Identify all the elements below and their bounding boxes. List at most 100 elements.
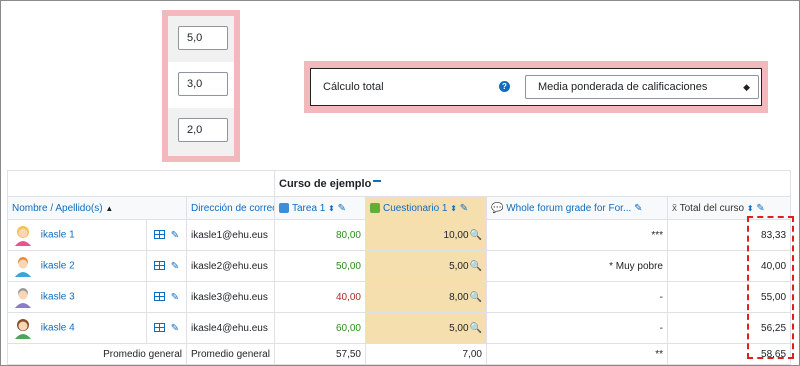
category-row: Curso de ejemplo [7,170,792,197]
total-grade[interactable]: 55,00 [666,281,792,313]
student-name[interactable]: ikasle 1 [41,230,75,241]
student-cell[interactable]: ikasle 1 [7,219,147,251]
average-label: Promedio general [7,343,187,365]
average-task: 57,50 [274,343,366,365]
total-grade[interactable]: 56,25 [666,312,792,344]
task-grade[interactable]: 50,00 [274,250,366,282]
row-actions: ✎ [146,281,187,313]
email-cell: ikasle4@ehu.eus [186,312,275,344]
average-forum: ** [486,343,668,365]
email-cell: ikasle1@ehu.eus [186,219,275,251]
avatar-male-icon [15,288,31,308]
search-icon[interactable]: 🔍 [470,230,482,241]
email-header[interactable]: Dirección de correo [186,196,275,220]
search-icon[interactable]: 🔍 [470,292,482,303]
forum-grade[interactable]: - [486,281,668,313]
avatar-female-icon [15,226,31,246]
name-header[interactable]: Nombre / Apellido(s) ▲ [7,196,187,220]
weight-row: 3,0 [168,62,234,108]
total-header-label[interactable]: Total del curso [680,203,744,214]
average-row: Promedio general Promedio general 57,50 … [7,343,792,365]
task-grade[interactable]: 80,00 [274,219,366,251]
sort-up-icon[interactable]: ▲ [105,204,113,213]
quiz-grade[interactable]: 5,00🔍 [365,250,487,282]
search-icon[interactable]: 🔍 [470,261,482,272]
total-calculation-box: Cálculo total ? Media ponderada de calif… [310,68,762,106]
help-icon[interactable]: ? [499,81,510,92]
sort-icon[interactable]: ⬍ [747,204,754,213]
task-grade[interactable]: 40,00 [274,281,366,313]
header-row: Nombre / Apellido(s) ▲ Dirección de corr… [7,196,792,220]
edit-icon[interactable]: ✎ [338,203,346,214]
quiz-grade[interactable]: 10,00🔍 [365,219,487,251]
email-cell: ikasle3@ehu.eus [186,281,275,313]
row-actions: ✎ [146,250,187,282]
quiz-grade-value: 8,00 [449,291,469,303]
student-name[interactable]: ikasle 3 [41,292,75,303]
weight-input-1[interactable]: 5,0 [178,26,228,50]
category-spacer [7,170,275,197]
total-calculation-panel: Cálculo total ? Media ponderada de calif… [304,61,768,113]
sort-icon[interactable]: ⬍ [450,204,457,213]
grid-icon[interactable] [153,323,165,333]
task-grade[interactable]: 60,00 [274,312,366,344]
email-header-label[interactable]: Dirección de correo [191,203,274,214]
weight-input-3[interactable]: 2,0 [178,118,228,142]
avatar-male-icon [15,257,31,277]
row-actions: ✎ [146,219,187,251]
student-name[interactable]: ikasle 4 [41,323,75,334]
weight-input-2[interactable]: 3,0 [178,72,228,96]
aggregation-select-value: Media ponderada de calificaciones [538,81,708,93]
student-cell[interactable]: ikasle 2 [7,250,147,282]
edit-icon[interactable]: ✎ [756,203,764,214]
course-category-cell: Curso de ejemplo [273,170,792,197]
course-title: Curso de ejemplo [279,177,372,190]
weight-row: 2,0 [168,108,234,154]
table-row: ikasle 3 ✎ ikasle3@ehu.eus 40,00 8,00🔍 -… [7,281,792,313]
name-header-label[interactable]: Nombre / Apellido(s) [12,203,103,214]
search-icon[interactable]: 🔍 [470,323,482,334]
quiz-grade[interactable]: 5,00🔍 [365,312,487,344]
grid-icon[interactable] [153,292,165,302]
forum-header-label[interactable]: Whole forum grade for For... [506,203,631,214]
sort-icon[interactable]: ⬍ [328,204,335,213]
quiz-header[interactable]: Cuestionario 1 ⬍ ✎ [365,196,487,220]
grid-icon[interactable] [153,230,165,240]
total-grade[interactable]: 40,00 [666,250,792,282]
average-quiz: 7,00 [365,343,487,365]
weights-panel: 5,0 3,0 2,0 [162,10,240,162]
table-row: ikasle 2 ✎ ikasle2@ehu.eus 50,00 5,00🔍 *… [7,250,792,282]
assignment-icon [279,202,289,213]
quiz-header-label[interactable]: Cuestionario 1 [383,203,447,214]
aggregation-select[interactable]: Media ponderada de calificaciones ◆ [525,75,759,99]
student-cell[interactable]: ikasle 3 [7,281,147,313]
table-row: ikasle 4 ✎ ikasle4@ehu.eus 60,00 5,00🔍 -… [7,312,792,344]
forum-grade[interactable]: * Muy pobre [486,250,668,282]
collapse-icon[interactable] [373,179,382,182]
total-grade[interactable]: 83,33 [666,219,792,251]
weights-list: 5,0 3,0 2,0 [168,16,234,156]
total-calculation-label: Cálculo total [323,81,384,93]
edit-icon[interactable]: ✎ [171,292,179,303]
task-header-label[interactable]: Tarea 1 [292,203,325,214]
edit-icon[interactable]: ✎ [171,323,179,334]
task-header[interactable]: Tarea 1 ⬍ ✎ [274,196,366,220]
quiz-grade[interactable]: 8,00🔍 [365,281,487,313]
quiz-grade-value: 10,00 [443,229,469,241]
student-cell[interactable]: ikasle 4 [7,312,147,344]
edit-icon[interactable]: ✎ [460,203,468,214]
forum-header[interactable]: 💬 Whole forum grade for For... ✎ [486,196,668,220]
edit-icon[interactable]: ✎ [171,230,179,241]
edit-icon[interactable]: ✎ [171,261,179,272]
quiz-icon [370,202,380,213]
grader-table: Curso de ejemplo Nombre / Apellido(s) ▲ … [7,170,792,365]
forum-grade[interactable]: - [486,312,668,344]
forum-grade[interactable]: *** [486,219,668,251]
grid-icon[interactable] [153,261,165,271]
table-row: ikasle 1 ✎ ikasle1@ehu.eus 80,00 10,00🔍 … [7,219,792,251]
quiz-grade-value: 5,00 [449,260,469,272]
total-header[interactable]: x̄ Total del curso ⬍ ✎ [666,196,792,220]
edit-icon[interactable]: ✎ [634,203,642,214]
student-name[interactable]: ikasle 2 [41,261,75,272]
row-actions: ✎ [146,312,187,344]
